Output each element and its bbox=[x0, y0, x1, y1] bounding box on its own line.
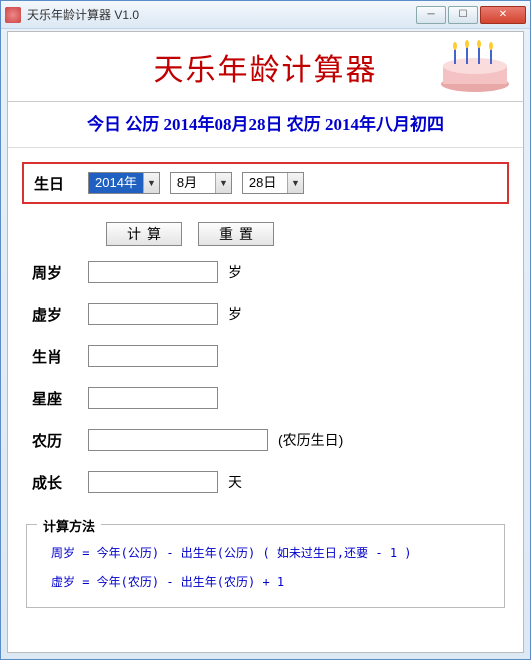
window-controls: ─ ☐ ✕ bbox=[416, 6, 526, 24]
row-shengxiao: 生肖 bbox=[32, 340, 523, 372]
row-zhousui: 周岁 岁 bbox=[32, 256, 523, 288]
chevron-down-icon: ▼ bbox=[143, 173, 159, 193]
birthday-label: 生日 bbox=[34, 173, 78, 194]
reset-button[interactable]: 重置 bbox=[198, 222, 274, 246]
month-select[interactable]: 8月 ▼ bbox=[170, 172, 232, 194]
close-button[interactable]: ✕ bbox=[480, 6, 526, 24]
row-nongli: 农历 (农历生日) bbox=[32, 424, 523, 456]
label-xingzuo: 星座 bbox=[32, 388, 88, 409]
button-row: 计算 重置 bbox=[8, 222, 523, 246]
label-shengxiao: 生肖 bbox=[32, 346, 88, 367]
unit-chengzhang: 天 bbox=[228, 472, 242, 492]
minimize-button[interactable]: ─ bbox=[416, 6, 446, 24]
chevron-down-icon: ▼ bbox=[215, 173, 231, 193]
calculate-button[interactable]: 计算 bbox=[106, 222, 182, 246]
chevron-down-icon: ▼ bbox=[287, 173, 303, 193]
titlebar: 天乐年龄计算器 V1.0 ─ ☐ ✕ bbox=[1, 1, 530, 29]
unit-xusui: 岁 bbox=[228, 304, 242, 324]
birthday-row: 生日 2014年 ▼ 8月 ▼ 28日 ▼ bbox=[22, 162, 509, 204]
app-window: 天乐年龄计算器 V1.0 ─ ☐ ✕ 天乐年龄计算器 bbox=[0, 0, 531, 660]
row-xusui: 虚岁 岁 bbox=[32, 298, 523, 330]
note-nongli: (农历生日) bbox=[278, 430, 343, 450]
client-area: 天乐年龄计算器 bbox=[7, 31, 524, 653]
row-xingzuo: 星座 bbox=[32, 382, 523, 414]
app-title: 天乐年龄计算器 bbox=[154, 45, 378, 89]
input-xusui[interactable] bbox=[88, 303, 218, 325]
app-icon bbox=[5, 7, 21, 23]
year-value: 2014年 bbox=[89, 173, 143, 193]
input-shengxiao[interactable] bbox=[88, 345, 218, 367]
input-nongli[interactable] bbox=[88, 429, 268, 451]
input-zhousui[interactable] bbox=[88, 261, 218, 283]
day-select[interactable]: 28日 ▼ bbox=[242, 172, 304, 194]
formula-xusui: 虚岁 = 今年(农历) - 出生年(农历) + 1 bbox=[41, 568, 490, 597]
method-box: 计算方法 周岁 = 今年(公历) - 出生年(公历) ( 如未过生日,还要 - … bbox=[26, 524, 505, 608]
row-chengzhang: 成长 天 bbox=[32, 466, 523, 498]
formula-zhousui: 周岁 = 今年(公历) - 出生年(公历) ( 如未过生日,还要 - 1 ) bbox=[41, 539, 490, 568]
label-chengzhang: 成长 bbox=[32, 472, 88, 493]
header: 天乐年龄计算器 bbox=[8, 32, 523, 102]
input-chengzhang[interactable] bbox=[88, 471, 218, 493]
cake-icon bbox=[435, 40, 515, 94]
input-xingzuo[interactable] bbox=[88, 387, 218, 409]
label-zhousui: 周岁 bbox=[32, 262, 88, 283]
maximize-button[interactable]: ☐ bbox=[448, 6, 478, 24]
month-value: 8月 bbox=[171, 173, 215, 193]
day-value: 28日 bbox=[243, 173, 287, 193]
window-title: 天乐年龄计算器 V1.0 bbox=[27, 6, 416, 23]
label-xusui: 虚岁 bbox=[32, 304, 88, 325]
method-title: 计算方法 bbox=[37, 516, 101, 535]
today-date-line: 今日 公历 2014年08月28日 农历 2014年八月初四 bbox=[8, 102, 523, 148]
year-select[interactable]: 2014年 ▼ bbox=[88, 172, 160, 194]
label-nongli: 农历 bbox=[32, 430, 88, 451]
unit-zhousui: 岁 bbox=[228, 262, 242, 282]
